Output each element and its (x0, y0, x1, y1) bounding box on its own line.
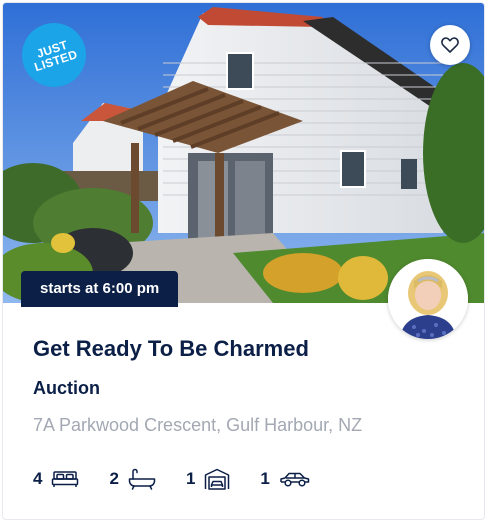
car-icon (280, 472, 310, 487)
listing-title[interactable]: Get Ready To Be Charmed (33, 336, 309, 362)
favourite-button[interactable] (430, 25, 470, 65)
garages-count: 1 (185, 469, 196, 488)
feature-garages: 1 (186, 468, 230, 490)
garage-icon (205, 468, 230, 490)
just-listed-label: JUST LISTED (32, 37, 80, 75)
listing-photo[interactable]: JUST LISTED (3, 3, 484, 303)
bath-icon (128, 468, 156, 490)
bedrooms-count: 4 (33, 469, 43, 488)
heart-icon (441, 37, 459, 53)
feature-parking: 1 (260, 469, 310, 489)
feature-bathrooms: 2 (109, 468, 156, 490)
bed-icon (52, 471, 79, 487)
bathrooms-count: 2 (109, 469, 119, 488)
parking-count: 1 (260, 469, 270, 488)
sale-method: Auction (33, 378, 100, 398)
agent-photo-image (388, 259, 468, 339)
open-home-time: starts at 6:00 pm (21, 271, 179, 307)
feature-bedrooms: 4 (33, 469, 79, 489)
agent-avatar[interactable] (388, 259, 468, 339)
property-features: 4 2 1 1 (33, 468, 341, 490)
listing-address: 7A Parkwood Crescent, Gulf Harbour, NZ (33, 415, 363, 435)
listing-card[interactable]: JUST LISTED starts at 6:00 pm Get Ready … (2, 2, 485, 520)
